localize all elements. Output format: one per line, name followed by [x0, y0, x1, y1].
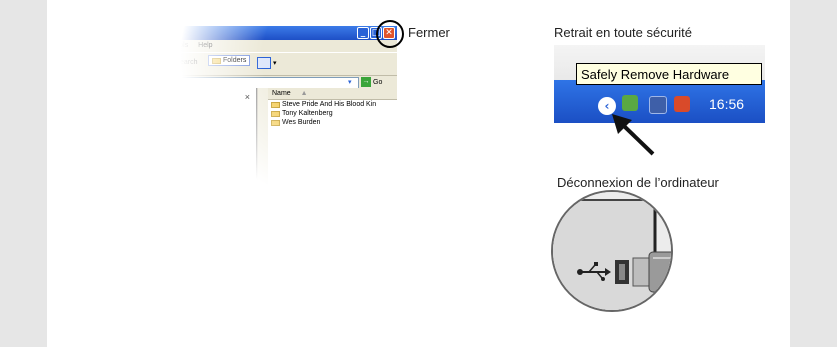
- menu-help[interactable]: Help: [198, 42, 212, 49]
- minimize-button[interactable]: _: [357, 27, 369, 39]
- column-header-label: Name: [272, 90, 291, 97]
- explorer-window: Music _ □ ✕ File Edit View Favorites Too…: [61, 26, 397, 236]
- address-dropdown-icon[interactable]: ▾: [348, 78, 352, 86]
- folder-icon: [271, 101, 280, 108]
- menu-bar: File Edit View Favorites Tools Help: [61, 40, 397, 52]
- disconnect-label: Déconnexion de l’ordinateur: [557, 175, 719, 190]
- security-alert-icon[interactable]: [674, 96, 690, 112]
- pointer-arrow: [612, 114, 655, 156]
- menu-edit[interactable]: Edit: [86, 42, 98, 49]
- menu-file[interactable]: File: [65, 42, 76, 49]
- close-label: Fermer: [408, 25, 450, 40]
- folders-button[interactable]: Folders: [208, 55, 251, 66]
- search-icon: ⚲: [165, 57, 173, 68]
- go-arrow-icon: →: [361, 77, 371, 87]
- views-button[interactable]: ▾: [257, 57, 277, 69]
- window-title: Music: [77, 27, 100, 36]
- toolbar: ‹ Back › ↑ ⚲ Search Folders ▾: [61, 52, 397, 76]
- safely-remove-hardware-icon[interactable]: [622, 95, 638, 111]
- dropdown-icon: ▾: [273, 60, 277, 67]
- tree-fragment: (A:): [131, 139, 143, 146]
- address-text: E:\Music: [110, 79, 137, 86]
- close-pane-button[interactable]: ×: [245, 92, 250, 102]
- go-button[interactable]: → Go: [361, 77, 382, 87]
- folder-icon: [271, 110, 280, 117]
- safe-remove-label: Retrait en toute sécurité: [554, 25, 693, 40]
- back-arrow-icon: ‹: [65, 57, 78, 70]
- folder-icon: [271, 119, 280, 126]
- usb-drawing: [553, 192, 671, 310]
- folders-label: Folders: [223, 57, 247, 64]
- column-header-name[interactable]: Name ▲: [268, 88, 397, 100]
- folder-icon: [64, 29, 74, 37]
- usb-illustration: [551, 190, 673, 312]
- folders-pane: × ments (A:): [61, 88, 257, 236]
- list-item[interactable]: Steve Pride And His Blood Kin: [268, 100, 397, 109]
- forward-button[interactable]: ›: [113, 57, 126, 70]
- scrollbar[interactable]: [257, 88, 268, 236]
- menu-favorites[interactable]: Favorites: [133, 42, 162, 49]
- views-icon: [257, 57, 271, 69]
- sort-arrow-icon: ▲: [300, 90, 308, 97]
- back-label: Back: [81, 60, 97, 67]
- menu-tools[interactable]: Tools: [172, 42, 188, 49]
- forward-arrow-icon: ›: [113, 57, 126, 70]
- search-label: Search: [175, 59, 198, 66]
- menu-view[interactable]: View: [108, 42, 123, 49]
- tooltip: Safely Remove Hardware: [576, 63, 762, 85]
- go-label: Go: [373, 78, 383, 86]
- list-item[interactable]: Wes Burden: [268, 118, 397, 127]
- close-highlight-circle: [376, 20, 404, 48]
- clock: 16:56: [709, 96, 745, 112]
- folders-icon: [212, 57, 221, 64]
- title-bar[interactable]: Music _ □ ✕: [61, 26, 397, 40]
- list-item-label: Steve Pride And His Blood Kin: [282, 101, 377, 108]
- file-list: Name ▲ Steve Pride And His Blood Kin Ton…: [268, 88, 397, 236]
- list-item-label: Tony Kaltenberg: [282, 110, 333, 117]
- list-item-label: Wes Burden: [282, 119, 321, 126]
- list-item[interactable]: Tony Kaltenberg: [268, 109, 397, 118]
- search-button[interactable]: ⚲ Search: [165, 57, 198, 68]
- system-tray-screenshot: Safely Remove Hardware ‹ 16:56: [554, 45, 765, 123]
- tree-fragment: ments: [101, 118, 121, 125]
- up-folder-icon[interactable]: ↑: [143, 57, 149, 71]
- content-area: × ments (A:) Name ▲ Steve Pride And His …: [61, 88, 397, 236]
- back-button[interactable]: ‹ Back: [65, 57, 97, 70]
